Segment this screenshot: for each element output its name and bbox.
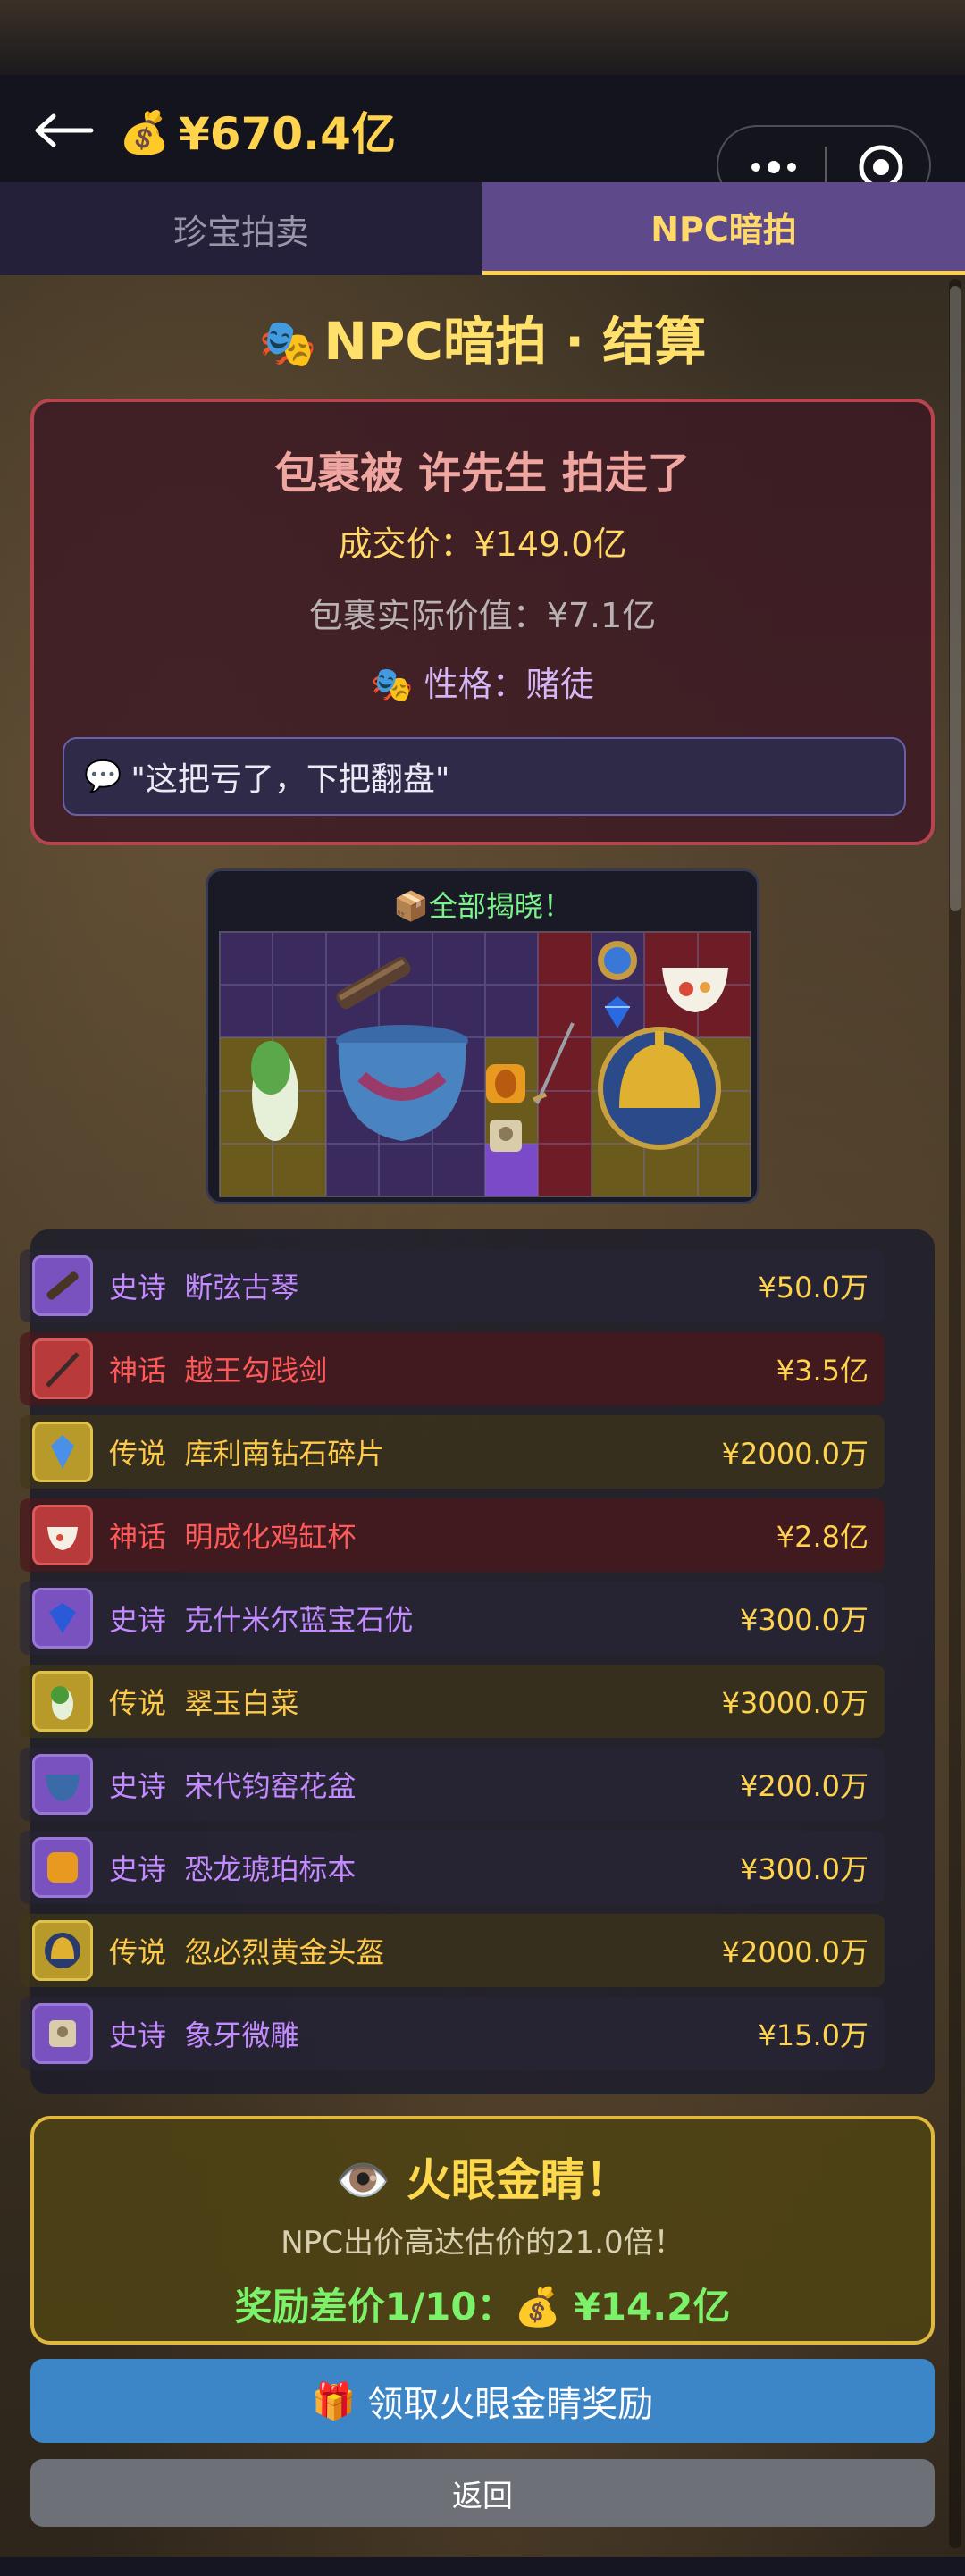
ivory-carving-icon — [490, 1120, 522, 1152]
item-value: ¥50.0万 — [758, 1271, 868, 1305]
item-value: ¥300.0万 — [740, 1603, 868, 1637]
sharp-eye-reward: 奖励差价1/10：💰 ¥14.2亿 — [234, 2285, 731, 2328]
item-name: 神话 越王勾践剑 — [109, 1354, 328, 1388]
list-item[interactable]: 史诗 恐龙琥珀标本 ¥300.0万 — [20, 1831, 885, 1904]
item-name: 史诗 恐龙琥珀标本 — [109, 1852, 357, 1886]
settlement-card: 包裹被 许先生 拍走了 成交价：¥149.0亿 包裹实际价值：¥7.1亿 🎭 性… — [30, 399, 935, 845]
real-value: 包裹实际价值：¥7.1亿 — [308, 596, 657, 635]
item-value: ¥2.8亿 — [776, 1520, 868, 1554]
sharp-eye-title-text: 火眼金睛！ — [406, 2154, 630, 2206]
eye-icon: 👁️ — [335, 2154, 391, 2206]
guqin-icon — [32, 1255, 93, 1316]
carving-icon — [32, 2003, 93, 2064]
pot-icon — [32, 1754, 93, 1815]
jun-kiln-pot-icon — [336, 1025, 468, 1141]
deal-price: 成交价：¥149.0亿 — [338, 524, 627, 564]
list-item[interactable]: 史诗 克什米尔蓝宝石优 ¥300.0万 — [20, 1582, 885, 1655]
reveal-panel: 📦全部揭晓！ — [206, 868, 759, 1204]
claim-reward-button[interactable]: 🎁 领取火眼金睛奖励 — [30, 2359, 935, 2443]
money-bag-icon: 💰 — [119, 108, 171, 156]
helmet-icon — [32, 1920, 93, 1981]
bottom-bar — [0, 2557, 965, 2576]
item-value: ¥3.5亿 — [776, 1354, 868, 1388]
sharp-eye-card: 👁️ 火眼金睛！ NPC出价高达估价的21.0倍！ 奖励差价1/10：💰 ¥14… — [30, 2116, 935, 2345]
theater-masks-icon: 🎭 — [258, 317, 317, 371]
status-area — [0, 0, 965, 75]
sapphire-icon — [32, 1588, 93, 1649]
item-value: ¥2000.0万 — [721, 1437, 868, 1471]
golden-helmet-icon — [598, 1027, 721, 1150]
sharp-eye-desc: NPC出价高达估价的21.0倍！ — [281, 2225, 684, 2261]
item-name: 史诗 克什米尔蓝宝石优 — [109, 1603, 414, 1637]
tab-bar: 珍宝拍卖 NPC暗拍 — [0, 182, 965, 275]
diamond-icon — [32, 1422, 93, 1482]
sharp-eye-title: 👁️ 火眼金睛！ — [34, 2144, 931, 2209]
item-name: 传说 忽必烈黄金头盔 — [109, 1935, 385, 1969]
cup-icon — [32, 1505, 93, 1565]
chicken-cup-icon — [662, 968, 728, 1012]
page-title: 🎭 NPC暗拍 · 结算 — [0, 299, 965, 374]
list-item[interactable]: 神话 明成化鸡缸杯 ¥2.8亿 — [20, 1498, 885, 1572]
item-name: 神话 明成化鸡缸杯 — [109, 1520, 357, 1554]
item-value: ¥15.0万 — [758, 2018, 868, 2052]
amber-icon — [32, 1837, 93, 1898]
list-item[interactable]: 传说 忽必烈黄金头盔 ¥2000.0万 — [20, 1914, 885, 1987]
list-item[interactable]: 史诗 宋代钧窑花盆 ¥200.0万 — [20, 1748, 885, 1821]
scrollbar-thumb[interactable] — [950, 286, 961, 911]
yue-sword-icon — [533, 1022, 575, 1104]
item-value: ¥2000.0万 — [721, 1935, 868, 1969]
back-button[interactable]: 返回 — [30, 2459, 935, 2527]
item-name: 史诗 象牙微雕 — [109, 2018, 299, 2052]
reveal-label: 📦全部揭晓！ — [208, 884, 757, 925]
sword-icon — [32, 1338, 93, 1399]
reveal-label-text: 全部揭晓！ — [428, 889, 572, 923]
more-dots-icon[interactable] — [747, 152, 801, 182]
item-name: 史诗 断弦古琴 — [109, 1271, 299, 1305]
npc-trait: 🎭 性格：赌徒 — [34, 657, 931, 706]
item-name: 传说 翠玉白菜 — [109, 1686, 299, 1720]
money-bag-icon: 💰 — [514, 2285, 561, 2328]
balance-amount: ¥670.4亿 — [179, 108, 396, 160]
list-item[interactable]: 史诗 断弦古琴 ¥50.0万 — [20, 1249, 885, 1322]
cabbage-icon — [32, 1671, 93, 1732]
item-value: ¥200.0万 — [740, 1769, 868, 1803]
list-item[interactable]: 传说 库利南钻石碎片 ¥2000.0万 — [20, 1415, 885, 1489]
item-name: 史诗 宋代钧窑花盆 — [109, 1769, 357, 1803]
list-item[interactable]: 传说 翠玉白菜 ¥3000.0万 — [20, 1665, 885, 1738]
npc-quote-text: "这把亏了，下把翻盘" — [130, 761, 450, 798]
list-item[interactable]: 史诗 象牙微雕 ¥15.0万 — [20, 1997, 885, 2070]
amber-icon — [486, 1064, 525, 1103]
speech-bubble-icon: 💬 — [84, 759, 122, 794]
gift-icon: 🎁 — [311, 2380, 357, 2422]
settlement-headline: 包裹被 许先生 拍走了 — [274, 449, 691, 499]
back-arrow-icon[interactable] — [32, 113, 95, 148]
npc-quote: 💬 "这把亏了，下把翻盘" — [63, 737, 906, 816]
item-value: ¥300.0万 — [740, 1852, 868, 1886]
npc-trait-text: 性格：赌徒 — [424, 665, 594, 704]
tab-treasure-auction[interactable]: 珍宝拍卖 — [0, 182, 482, 275]
item-value: ¥3000.0万 — [721, 1686, 868, 1720]
theater-masks-icon: 🎭 — [371, 665, 414, 704]
page-title-text: NPC暗拍 · 结算 — [323, 311, 707, 372]
jade-cabbage-icon — [251, 1041, 298, 1141]
package-icon: 📦 — [393, 889, 429, 923]
list-item[interactable]: 神话 越王勾践剑 ¥3.5亿 — [20, 1332, 885, 1405]
tab-npc-auction[interactable]: NPC暗拍 — [482, 182, 965, 275]
sapphire-ring-icon — [598, 941, 637, 980]
item-name: 传说 库利南钻石碎片 — [109, 1437, 385, 1471]
